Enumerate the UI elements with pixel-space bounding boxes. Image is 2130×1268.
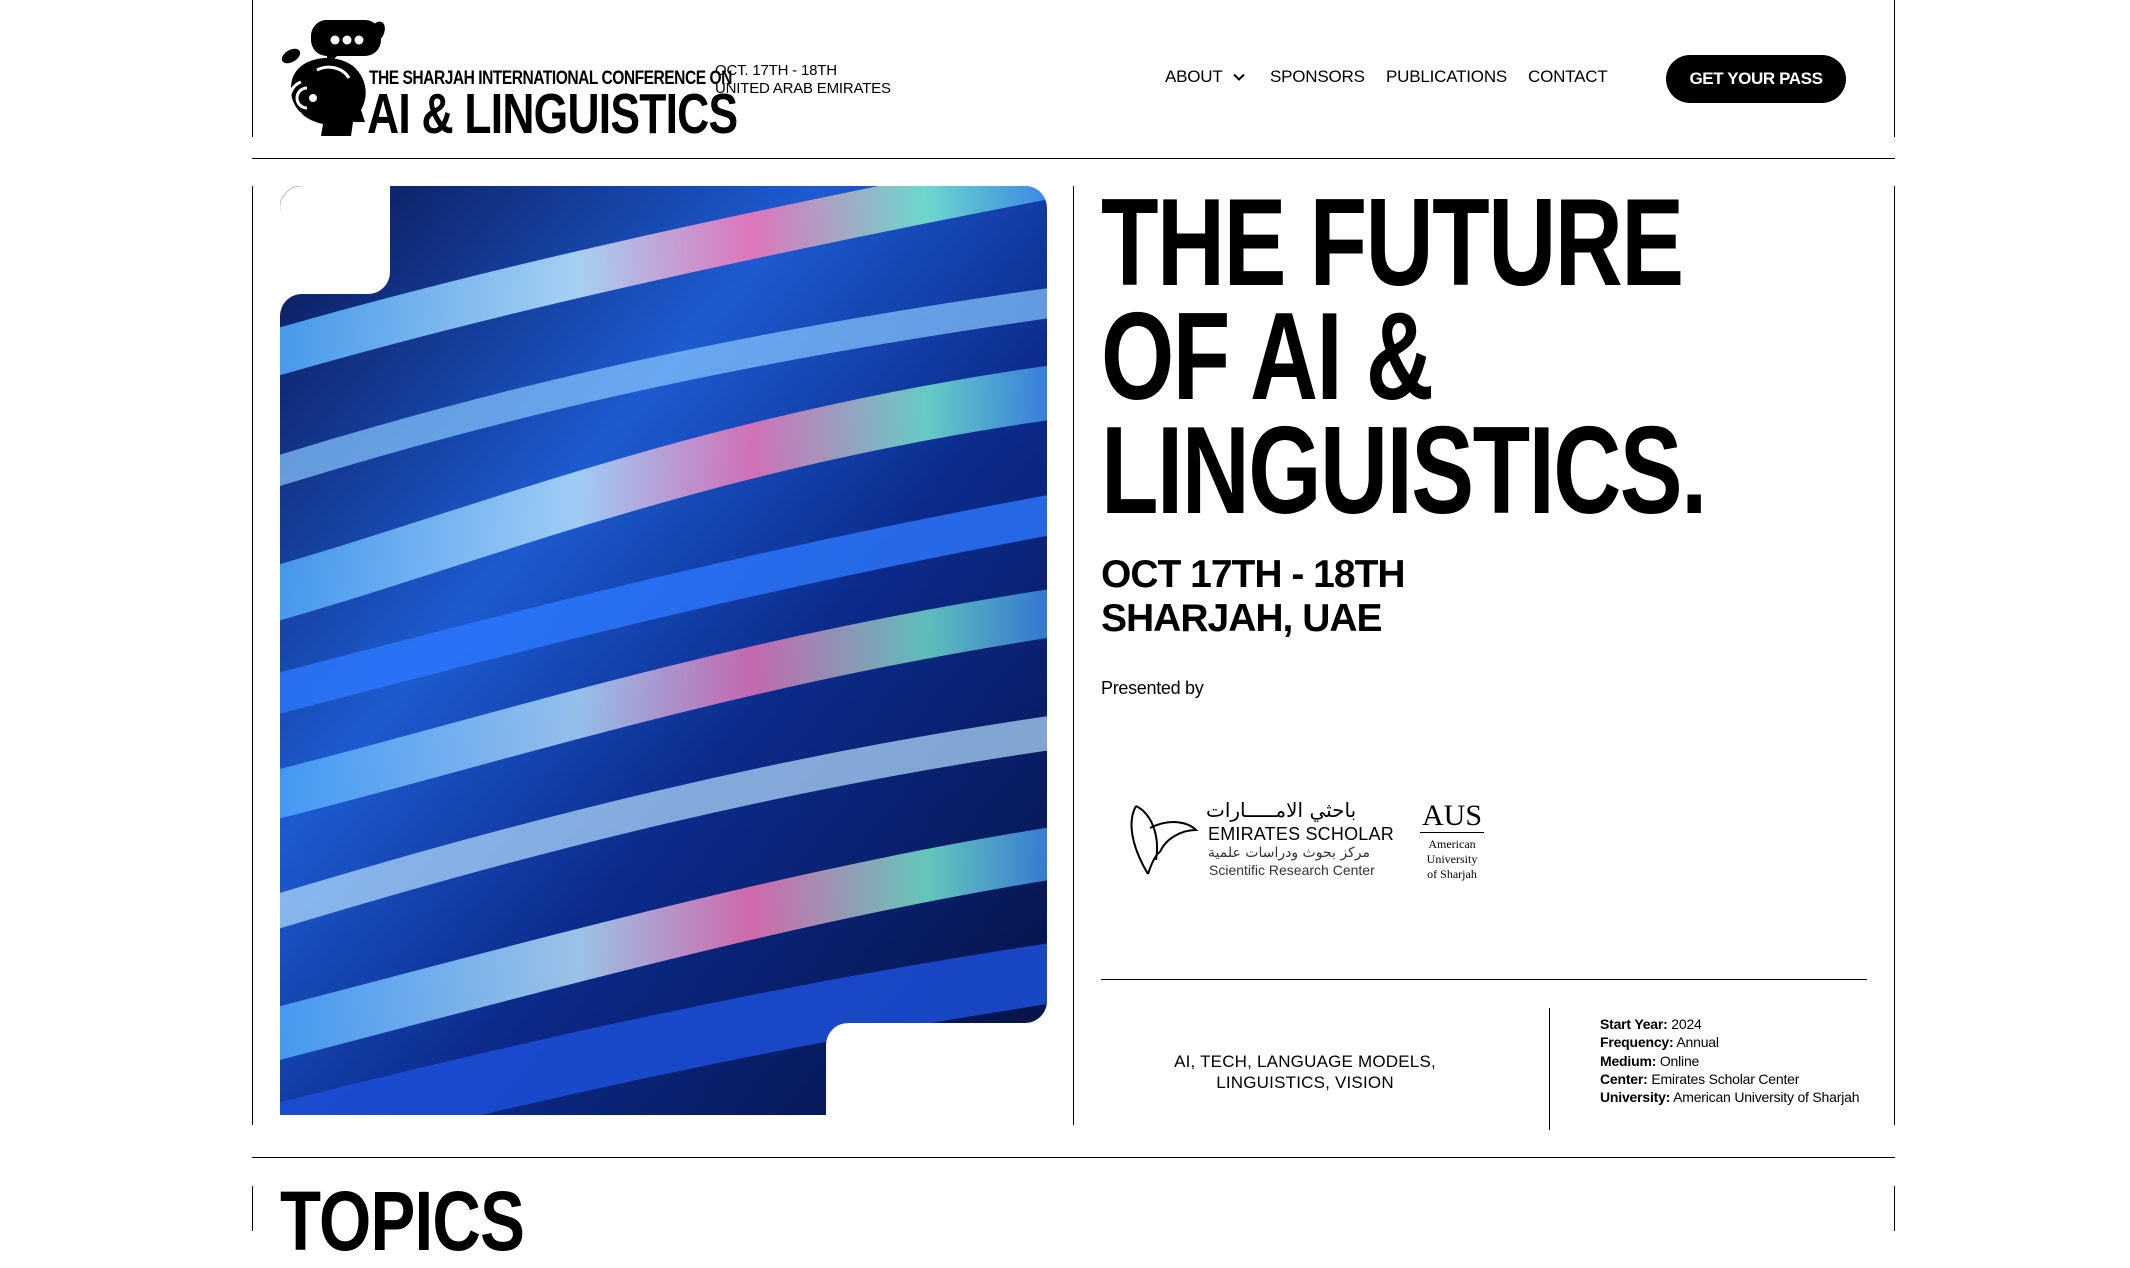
- emirates-subtitle: Scientific Research Center: [1209, 862, 1375, 878]
- aus-abbr: AUS: [1420, 799, 1485, 833]
- header-date-location: OCT. 17TH - 18TH UNITED ARAB EMIRATES: [715, 62, 891, 98]
- conference-facts: Start Year: 2024 Frequency: Annual Mediu…: [1600, 1015, 1860, 1106]
- nav-about-label: ABOUT: [1165, 67, 1223, 86]
- nav-about[interactable]: ABOUT: [1165, 67, 1245, 87]
- info-divider: [1101, 979, 1867, 980]
- fact-start-year: Start Year: 2024: [1600, 1016, 1702, 1032]
- nav-contact[interactable]: CONTACT: [1528, 67, 1608, 87]
- headline-line-1: THE FUTURE: [1101, 174, 1684, 312]
- hero-mid-line: [1073, 186, 1074, 1125]
- aus-full-name: American University of Sharjah: [1420, 837, 1484, 882]
- fact-frequency: Frequency: Annual: [1600, 1034, 1719, 1051]
- topics-section-title: TOPICS: [280, 1174, 525, 1268]
- topics-left-line: [252, 1186, 253, 1231]
- emirates-arabic-subtitle: مركز بحوث ودراسات علمية: [1208, 845, 1370, 861]
- header-location: UNITED ARAB EMIRATES: [715, 80, 891, 97]
- emirates-name: EMIRATES SCHOLAR: [1208, 824, 1394, 844]
- hero-right-line: [1894, 186, 1895, 1125]
- hero-headline: THE FUTURE OF AI & LINGUISTICS.: [1101, 174, 1707, 540]
- presented-by-label: Presented by: [1101, 678, 1204, 698]
- emirates-arabic-name: باحثي الامـــــارات: [1206, 798, 1357, 822]
- emirates-scholar-logo[interactable]: باحثي الامـــــارات EMIRATES SCHOLAR مرك…: [1126, 798, 1394, 880]
- header-date: OCT. 17TH - 18TH: [715, 62, 837, 79]
- event-location: SHARJAH, UAE: [1101, 597, 1383, 640]
- nav-sponsors[interactable]: SPONSORS: [1270, 67, 1365, 87]
- nav-publications[interactable]: PUBLICATIONS: [1386, 67, 1507, 87]
- get-your-pass-button[interactable]: GET YOUR PASS: [1666, 55, 1846, 103]
- event-date: OCT 17TH - 18TH: [1101, 553, 1406, 596]
- info-mid-line: [1549, 1008, 1550, 1130]
- headline-line-2: OF AI &: [1101, 288, 1434, 426]
- hero-left-line: [252, 186, 253, 1125]
- aus-line-1: American: [1428, 837, 1476, 851]
- logo-text-line2: AI & LINGUISTICS: [367, 82, 738, 146]
- header-divider: [252, 158, 1895, 159]
- emirates-scholar-feather-icon: [1130, 805, 1199, 875]
- topic-tags: AI, TECH, LANGUAGE MODELS, LINGUISTICS, …: [1174, 1052, 1436, 1092]
- headline-line-3: LINGUISTICS.: [1101, 402, 1707, 540]
- event-date-location: OCT 17TH - 18TH SHARJAH, UAE: [1101, 553, 1406, 641]
- fact-center: Center: Emirates Scholar Center: [1600, 1070, 1800, 1087]
- conference-logo[interactable]: THE SHARJAH INTERNATIONAL CONFERENCE ON …: [277, 18, 738, 144]
- topics-right-line: [1894, 1186, 1895, 1231]
- chevron-down-icon: [1232, 68, 1245, 86]
- frame-left-line: [252, 0, 253, 137]
- aus-line-2: University: [1426, 852, 1478, 866]
- aus-line-3: of Sharjah: [1427, 867, 1477, 881]
- hero-image: [280, 186, 1047, 1115]
- section-divider: [252, 1157, 1895, 1158]
- fact-medium: Medium: Online: [1600, 1052, 1700, 1069]
- aus-logo[interactable]: AUS American University of Sharjah: [1420, 799, 1485, 882]
- fact-university: University: American University of Sharj…: [1600, 1089, 1860, 1106]
- frame-right-line: [1894, 0, 1895, 137]
